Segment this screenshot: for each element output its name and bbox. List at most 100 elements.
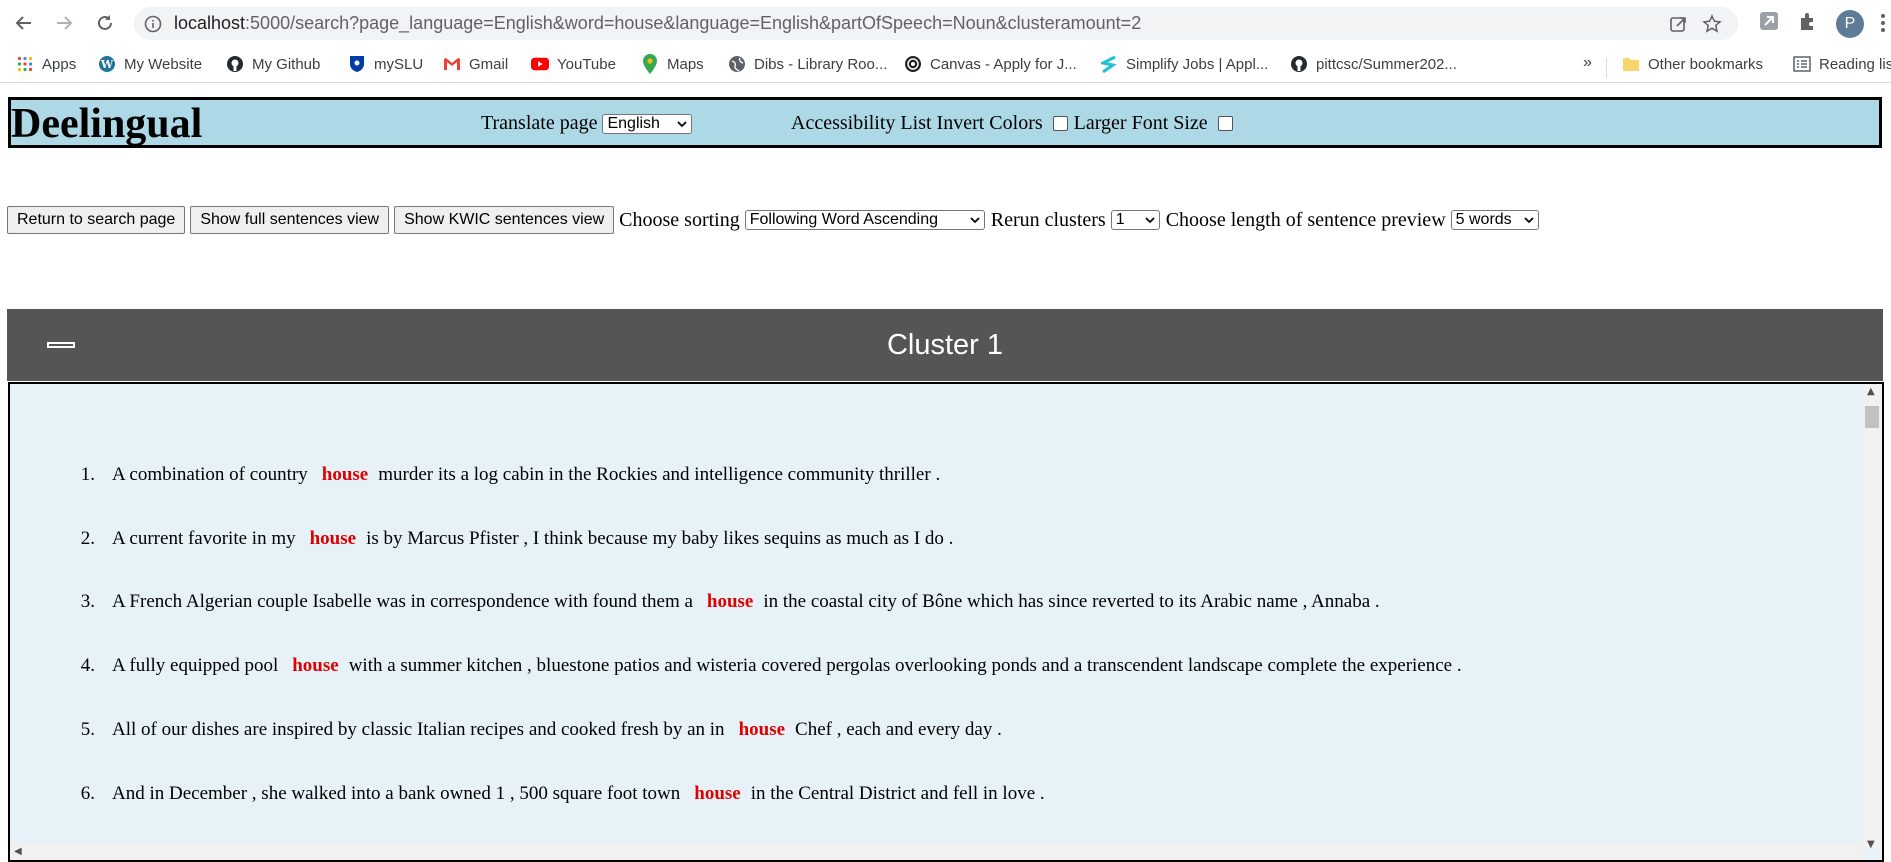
horizontal-scrollbar[interactable]: ◀ [10, 844, 1862, 860]
bookmark-label: pittcsc/Summer202... [1316, 55, 1457, 73]
sentence-text: A current favorite in my house is by Marcu… [112, 528, 953, 550]
sentence-number: 3. [80, 591, 95, 612]
sorting-label: Choose sorting [619, 208, 740, 231]
return-to-search-button[interactable]: Return to search page [7, 206, 186, 234]
bookmark-label: Gmail [469, 55, 509, 73]
share-icon[interactable] [1668, 14, 1688, 39]
translate-label: Translate page [481, 112, 598, 134]
gmail-icon [443, 55, 461, 73]
site-header: Deelingual Translate page English Access… [8, 97, 1882, 148]
accessibility-label: Accessibility List [791, 112, 932, 134]
larger-font-checkbox[interactable] [1217, 116, 1233, 131]
site-title: Deelingual [11, 101, 203, 147]
bookmark-label: My Github [252, 55, 321, 73]
github-icon [226, 55, 244, 73]
bookmark-my-website[interactable]: W My Website [98, 53, 202, 75]
sentence-after: with a summer kitchen , bluestone patios… [348, 655, 1462, 676]
menu-dots-icon[interactable] [1880, 12, 1886, 34]
bookmark-label: Reading lis [1819, 55, 1891, 73]
translate-language-select[interactable]: English [602, 113, 693, 134]
bookmarks-bar: Apps W My Website My Github mySLU Gmail … [0, 46, 1891, 83]
invert-colors-checkbox[interactable] [1052, 116, 1068, 131]
bookmark-maps[interactable]: Maps [641, 53, 704, 75]
sentence-text: All of our dishes are inspired by classi… [112, 719, 1002, 741]
sentence-number: 6. [80, 783, 95, 804]
results-controls: Return to search page Show full sentence… [7, 206, 1539, 234]
address-bar[interactable]: localhost:5000/search?page_language=Engl… [134, 7, 1738, 40]
sentence-number: 2. [80, 528, 95, 549]
translate-language-value: English [607, 114, 660, 132]
keyword-highlight: house [694, 783, 741, 804]
scroll-left-icon[interactable]: ◀ [14, 846, 22, 857]
browser-toolbar: localhost:5000/search?page_language=Engl… [0, 0, 1891, 46]
puzzle-extensions-icon[interactable] [1797, 10, 1819, 37]
sentence-text: A fully equipped pool house with a summer … [112, 655, 1462, 677]
rerun-clusters-value: 1 [1115, 211, 1125, 228]
larger-font-label: Larger Font Size [1073, 112, 1208, 134]
reading-list-icon [1793, 55, 1811, 73]
sentence-after: Chef , each and every day . [795, 719, 1002, 740]
chevron-down-icon [970, 217, 980, 224]
bookmark-myslu[interactable]: mySLU [348, 53, 423, 75]
cluster-title: Cluster 1 [886, 329, 1004, 361]
bookmark-apps[interactable]: Apps [16, 53, 76, 75]
scroll-up-icon[interactable]: ▲ [1867, 386, 1875, 397]
bookmark-star-icon[interactable] [1702, 14, 1722, 39]
vertical-scrollbar[interactable]: ▲ ▼ [1862, 384, 1882, 850]
bookmarks-divider [1606, 58, 1607, 78]
bookmark-other-bookmarks[interactable]: Other bookmarks [1622, 53, 1763, 75]
preview-length-value: 5 words [1455, 211, 1512, 228]
sentence-before: A current favorite in my [112, 528, 296, 549]
extension-icon[interactable] [1758, 10, 1780, 37]
profile-avatar[interactable]: P [1836, 10, 1864, 38]
url-text[interactable]: localhost:5000/search?page_language=Engl… [174, 13, 1141, 34]
forward-arrow-icon[interactable] [50, 9, 78, 37]
sentence-text: A combination of country house murder its … [112, 464, 940, 486]
bookmark-label: mySLU [374, 55, 424, 73]
bookmark-label: My Website [124, 55, 203, 73]
reading-list-button[interactable]: Reading lis [1793, 53, 1891, 75]
bookmark-label: Other bookmarks [1648, 55, 1764, 73]
bookmark-youtube[interactable]: YouTube [531, 53, 616, 75]
scrollbar-thumb[interactable] [1865, 406, 1879, 428]
sorting-select[interactable]: Following Word Ascending [744, 210, 985, 230]
keyword-highlight: house [292, 655, 339, 676]
site-info-icon[interactable] [144, 15, 162, 38]
bookmark-simplify[interactable]: Simplify Jobs | Appl... [1100, 53, 1268, 75]
folder-icon [1622, 55, 1640, 73]
sentence-number: 1. [80, 464, 95, 485]
collapse-button[interactable] [47, 342, 75, 348]
rerun-clusters-select[interactable]: 1 [1110, 210, 1160, 230]
bookmarks-overflow-button[interactable]: » [1583, 54, 1592, 72]
keyword-highlight: house [738, 719, 786, 740]
canvas-icon [904, 55, 922, 73]
show-kwic-sentences-button[interactable]: Show KWIC sentences view [394, 206, 615, 234]
sentence-number: 4. [80, 655, 95, 676]
svg-text:W: W [100, 58, 114, 71]
bookmark-label: Simplify Jobs | Appl... [1126, 55, 1269, 73]
accessibility-controls: Accessibility List Invert Colors Larger … [791, 112, 1239, 135]
bookmark-pittcsc[interactable]: pittcsc/Summer202... [1290, 53, 1457, 75]
rerun-clusters-label: Rerun clusters [990, 208, 1106, 231]
show-full-sentences-button[interactable]: Show full sentences view [190, 206, 390, 234]
sentence-after: is by Marcus Pfister , I think because m… [366, 528, 954, 549]
preview-length-select[interactable]: 5 words [1450, 210, 1539, 230]
simplify-icon [1100, 55, 1118, 73]
youtube-icon [531, 55, 549, 73]
cluster-header: Cluster 1 [7, 309, 1883, 381]
sentence-text: A French Algerian couple Isabelle was in… [112, 591, 1380, 613]
keyword-highlight: house [309, 528, 357, 549]
bookmark-canvas[interactable]: Canvas - Apply for J... [904, 53, 1077, 75]
sorting-value: Following Word Ascending [749, 211, 938, 228]
bookmark-gmail[interactable]: Gmail [443, 53, 508, 75]
reload-icon[interactable] [91, 9, 119, 37]
back-arrow-icon[interactable] [10, 9, 38, 37]
bookmark-my-github[interactable]: My Github [226, 53, 320, 75]
sentence-after: in the Central District and fell in love… [750, 783, 1045, 804]
url-host: localhost [174, 13, 246, 33]
scroll-down-icon[interactable]: ▼ [1867, 839, 1875, 850]
bookmark-dibs[interactable]: Dibs - Library Roo... [728, 53, 887, 75]
slu-shield-icon [348, 55, 366, 73]
sentence-after: murder its a log cabin in the Rockies an… [378, 464, 941, 485]
bookmark-label: Apps [42, 55, 77, 73]
